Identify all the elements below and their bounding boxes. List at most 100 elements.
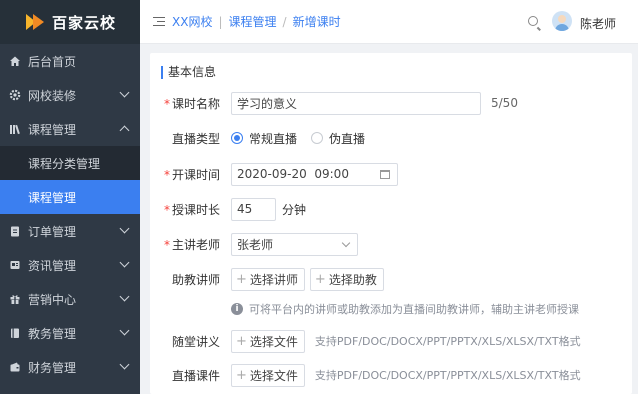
- start-time-value: 2020-09-20 09:00: [237, 167, 349, 181]
- avatar[interactable]: [552, 11, 572, 31]
- duration-value: 45: [237, 202, 253, 216]
- sidebar-item-label: 资讯管理: [28, 258, 77, 273]
- sidebar-item-orders[interactable]: 订单管理: [0, 214, 140, 248]
- brand-logo[interactable]: 百家云校: [0, 0, 140, 44]
- form-row-lesson-name: * 课时名称 学习的意义 5/50: [150, 91, 518, 115]
- sidebar-item-home[interactable]: 后台首页: [0, 44, 140, 78]
- info-icon: i: [231, 303, 243, 315]
- assistant-hint: i 可将平台内的讲师或助教添加为直播间助教讲师，辅助主讲老师授课: [231, 301, 579, 317]
- teacher-label-text: 主讲老师: [171, 237, 220, 252]
- button-label: 选择助教: [328, 272, 377, 287]
- required-mark: *: [163, 202, 170, 217]
- search-icon[interactable]: [528, 16, 538, 26]
- breadcrumb: XX网校 | 课程管理 / 新增课时: [172, 13, 341, 30]
- chevron-down-icon: [119, 87, 130, 98]
- breadcrumb-separator: |: [218, 14, 223, 29]
- required-mark: *: [163, 96, 170, 111]
- select-teacher-button[interactable]: + 选择讲师: [231, 267, 305, 291]
- sidebar-item-label: 教务管理: [28, 326, 77, 341]
- plus-icon: +: [236, 271, 247, 287]
- chevron-down-icon: [119, 223, 130, 234]
- sidebar-item-label: 课程管理: [28, 190, 77, 205]
- teacher-label: * 主讲老师: [150, 236, 220, 253]
- handout-label: 随堂讲义: [171, 334, 220, 349]
- select-assistant-button[interactable]: + 选择助教: [309, 267, 384, 291]
- chevron-down-icon: [341, 238, 351, 247]
- breadcrumb-separator: /: [282, 14, 287, 29]
- plus-icon: +: [314, 271, 326, 287]
- menu-collapse-icon[interactable]: [153, 16, 165, 27]
- radio-label: 常规直播: [249, 131, 298, 146]
- sidebar-item-course-management[interactable]: 课程管理: [0, 112, 140, 146]
- start-time-picker[interactable]: 2020-09-20 09:00: [231, 162, 398, 186]
- gear-icon: [9, 89, 21, 101]
- sidebar-item-label: 订单管理: [28, 224, 77, 239]
- duration-unit: 分钟: [282, 202, 307, 217]
- sidebar-item-label: 财务管理: [28, 360, 77, 375]
- lesson-name-label: * 课时名称: [150, 95, 220, 112]
- sidebar-item-academic[interactable]: 教务管理: [0, 316, 140, 350]
- chevron-down-icon: [119, 359, 130, 370]
- teacher-select[interactable]: 张老师: [231, 232, 358, 256]
- radio-checked-icon: [231, 132, 243, 144]
- form-row-start-time: * 开课时间 2020-09-20 09:00: [150, 162, 398, 186]
- sidebar-item-label: 课程管理: [28, 122, 77, 137]
- sidebar-item-label: 后台首页: [28, 54, 77, 69]
- radio-regular-live[interactable]: 常规直播: [231, 130, 297, 147]
- chevron-up-icon: [119, 125, 130, 136]
- home-icon: [9, 55, 21, 67]
- live-type-label: 直播类型: [171, 131, 220, 146]
- radio-label: 伪直播: [329, 131, 366, 146]
- form-row-assistant: 助教讲师 + 选择讲师 + 选择助教: [150, 267, 389, 291]
- wallet-icon: [9, 361, 21, 373]
- sidebar: 百家云校 后台首页 网校装修 课程管理 课程分类管理 课程管理 订单管理 资讯管…: [0, 0, 140, 394]
- form-row-live-type: 直播类型 常规直播 伪直播: [150, 126, 379, 150]
- teacher-value: 张老师: [237, 237, 274, 252]
- handout-format-hint: 支持PDF/DOC/DOCX/PPT/PPTX/XLS/XLSX/TXT格式: [314, 335, 581, 348]
- logo-icon: [26, 14, 46, 30]
- chevron-down-icon: [119, 257, 130, 268]
- start-time-label-text: 开课时间: [171, 167, 220, 182]
- button-label: 选择文件: [249, 334, 298, 349]
- start-time-label: * 开课时间: [150, 166, 220, 183]
- char-counter: 5/50: [491, 96, 518, 110]
- top-header: XX网校 | 课程管理 / 新增课时 陈老师: [140, 0, 638, 44]
- duration-label: * 授课时长: [150, 201, 220, 218]
- brand-name: 百家云校: [52, 13, 117, 32]
- sidebar-item-finance[interactable]: 财务管理: [0, 350, 140, 384]
- lesson-name-value: 学习的意义: [237, 96, 298, 111]
- sidebar-item-label: 课程分类管理: [28, 156, 101, 171]
- section-title: 基本信息: [161, 66, 216, 79]
- button-label: 选择文件: [249, 368, 298, 383]
- form-card: 基本信息 * 课时名称 学习的意义 5/50 直播类型 常规直播 伪直播 * 开课时…: [150, 53, 632, 394]
- sidebar-item-label: 网校装修: [28, 88, 77, 103]
- radio-unchecked-icon: [311, 132, 324, 144]
- book-icon: [9, 327, 21, 339]
- sidebar-subitem-course-category[interactable]: 课程分类管理: [0, 146, 140, 180]
- plus-icon: +: [236, 367, 247, 383]
- duration-input[interactable]: 45: [231, 197, 276, 221]
- courseware-format-hint: 支持PDF/DOC/DOCX/PPT/PPTX/XLS/XLSX/TXT格式: [314, 369, 581, 382]
- chevron-down-icon: [119, 325, 130, 336]
- sidebar-item-marketing[interactable]: 营销中心: [0, 282, 140, 316]
- form-row-handout: 随堂讲义 + 选择文件 支持PDF/DOC/DOCX/PPT/PPTX/XLS/X…: [150, 329, 581, 353]
- radio-pseudo-live[interactable]: 伪直播: [311, 130, 365, 147]
- news-icon: [9, 259, 21, 271]
- sidebar-item-label: 营销中心: [28, 292, 77, 307]
- required-mark: *: [163, 167, 170, 182]
- select-handout-file-button[interactable]: + 选择文件: [231, 329, 305, 353]
- user-name[interactable]: 陈老师: [580, 15, 616, 32]
- breadcrumb-item-course-management[interactable]: 课程管理: [229, 13, 277, 30]
- sidebar-subitem-course-management[interactable]: 课程管理: [0, 180, 140, 214]
- assistant-hint-text: 可将平台内的讲师或助教添加为直播间助教讲师，辅助主讲老师授课: [249, 303, 579, 316]
- sidebar-item-news[interactable]: 资讯管理: [0, 248, 140, 282]
- select-courseware-file-button[interactable]: + 选择文件: [231, 363, 305, 387]
- sidebar-item-site-design[interactable]: 网校装修: [0, 78, 140, 112]
- chevron-down-icon: [119, 291, 130, 302]
- duration-label-text: 授课时长: [171, 202, 220, 217]
- lesson-name-input[interactable]: 学习的意义: [231, 91, 481, 115]
- form-row-teacher: * 主讲老师 张老师: [150, 232, 358, 256]
- breadcrumb-item-current: 新增课时: [292, 15, 341, 29]
- breadcrumb-item-school[interactable]: XX网校: [172, 13, 212, 30]
- books-icon: [9, 123, 21, 135]
